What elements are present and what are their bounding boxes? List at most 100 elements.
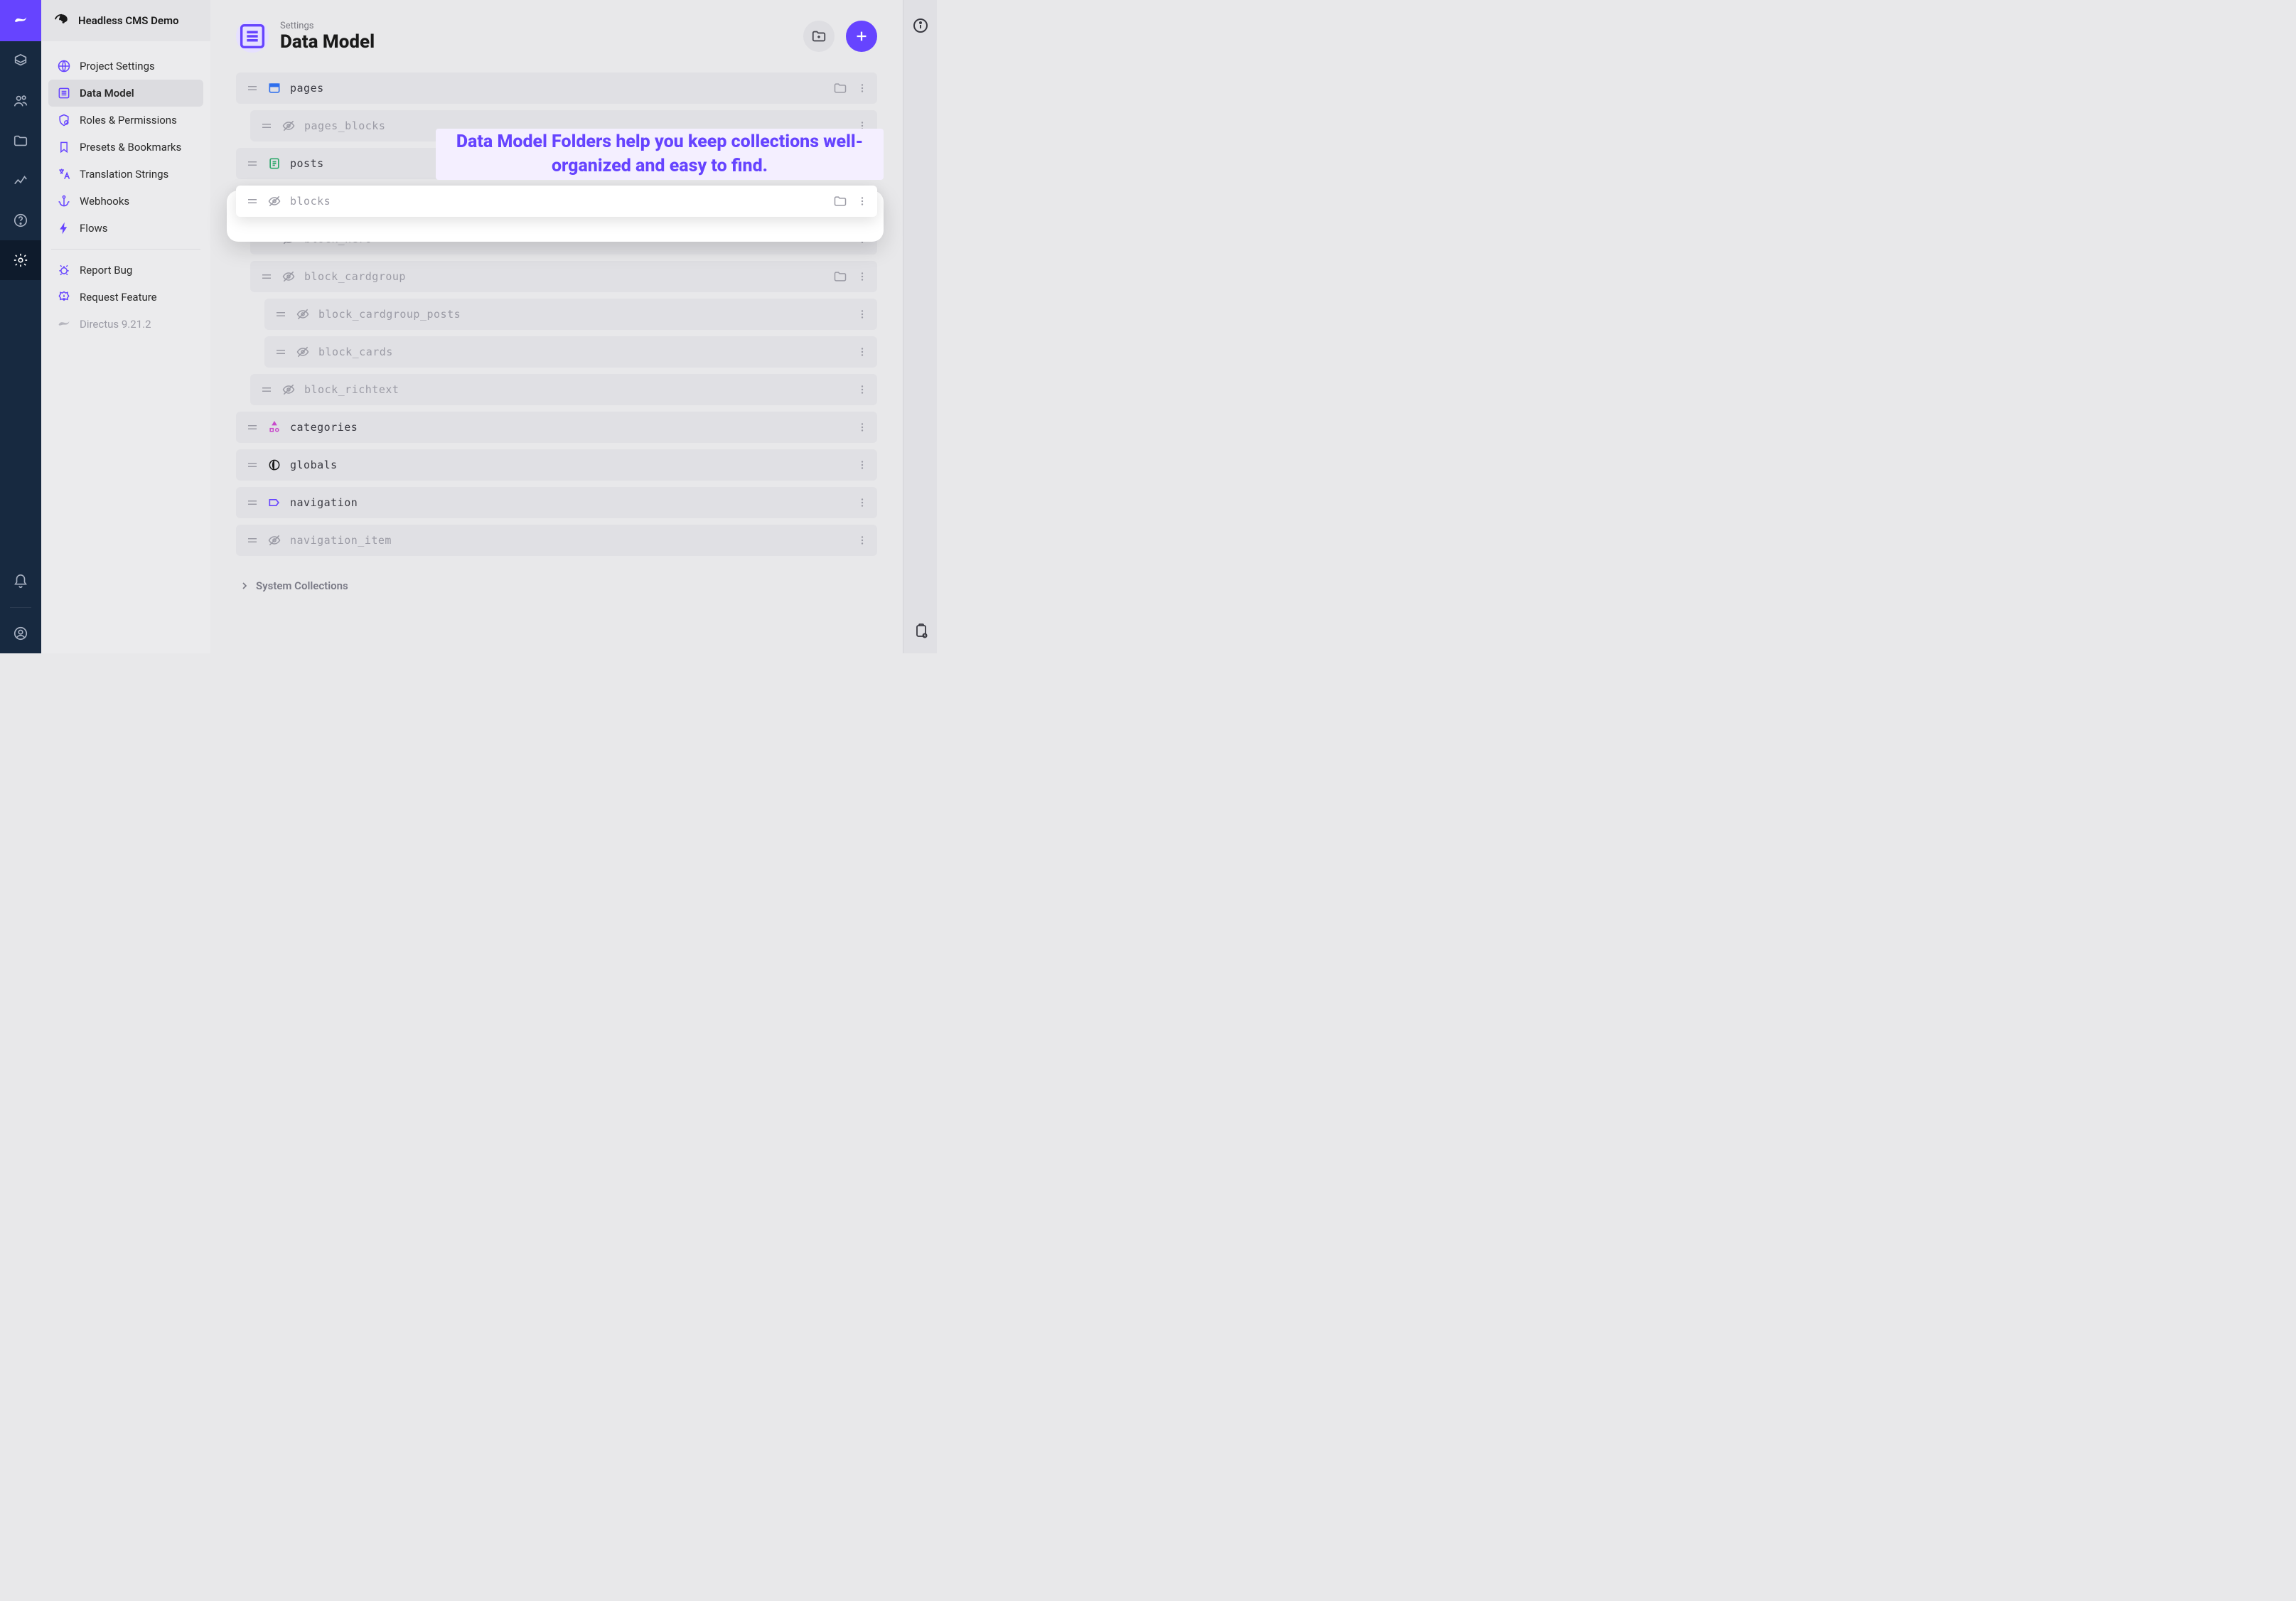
drag-handle-icon[interactable] (260, 119, 273, 132)
system-collections-toggle[interactable]: System Collections (236, 562, 877, 599)
collection-row-categories[interactable]: categories (236, 412, 877, 443)
more-icon[interactable] (856, 308, 869, 321)
clipboard-button[interactable] (911, 621, 930, 641)
shield-icon (57, 113, 71, 127)
collection-name: navigation (290, 496, 847, 509)
collection-row-block-cardgroup-posts[interactable]: block_cardgroup_posts (264, 299, 877, 330)
breadcrumb: Settings (280, 21, 792, 31)
collection-row-block-cards[interactable]: block_cards (264, 336, 877, 368)
drag-handle-icon[interactable] (246, 157, 259, 170)
folder-icon[interactable] (833, 81, 847, 95)
hidden-icon (267, 194, 281, 208)
collection-row-block-richtext[interactable]: block_richtext (250, 374, 877, 405)
label-icon (267, 496, 281, 510)
nav-report-bug[interactable]: Report Bug (48, 257, 203, 284)
article-icon (267, 156, 281, 171)
collection-row-block-cardgroup[interactable]: block_cardgroup (250, 261, 877, 292)
drag-handle-icon[interactable] (274, 308, 287, 321)
collection-row-blocks[interactable]: blocks (236, 186, 877, 217)
collection-row-pages[interactable]: pages (236, 73, 877, 104)
shapes-icon (267, 420, 281, 434)
right-rail (903, 0, 937, 653)
list-icon (57, 86, 71, 100)
more-icon[interactable] (856, 459, 869, 471)
hidden-icon (281, 269, 296, 284)
more-icon[interactable] (856, 534, 869, 547)
collection-name: blocks (290, 195, 825, 208)
bookmark-icon (57, 140, 71, 154)
more-icon[interactable] (856, 421, 869, 434)
rail-insights[interactable] (0, 161, 41, 200)
more-icon[interactable] (856, 82, 869, 95)
folder-icon[interactable] (833, 269, 847, 284)
create-collection-button[interactable] (846, 21, 877, 52)
rail-users[interactable] (0, 81, 41, 121)
create-folder-button[interactable] (803, 21, 835, 52)
nav-data-model[interactable]: Data Model (48, 80, 203, 107)
collection-name: categories (290, 421, 847, 434)
module-rail (0, 0, 41, 653)
rail-notifications[interactable] (0, 562, 41, 601)
page-header: Settings Data Model (210, 0, 903, 65)
project-name: Headless CMS Demo (78, 14, 179, 27)
nav-separator (51, 249, 200, 250)
collection-name: block_richtext (304, 383, 847, 396)
anchor-icon (57, 194, 71, 208)
drag-handle-icon[interactable] (274, 346, 287, 358)
collection-name: navigation_item (290, 534, 847, 547)
project-header[interactable]: Headless CMS Demo (41, 0, 210, 41)
collection-name: block_cardgroup (304, 270, 825, 283)
drag-handle-icon[interactable] (260, 232, 273, 245)
hidden-icon (281, 119, 296, 133)
drag-handle-icon[interactable] (246, 459, 259, 471)
drag-handle-icon[interactable] (246, 421, 259, 434)
collection-name: block_hero (304, 232, 847, 245)
alert-icon (57, 290, 71, 304)
more-icon[interactable] (856, 270, 869, 283)
drag-handle-icon[interactable] (246, 534, 259, 547)
drag-handle-icon[interactable] (246, 195, 259, 208)
window-icon (267, 81, 281, 95)
collection-row-block-hero[interactable]: block_hero (250, 223, 877, 255)
rail-files[interactable] (0, 121, 41, 161)
collection-row-globals[interactable]: globals (236, 449, 877, 481)
drag-handle-icon[interactable] (246, 496, 259, 509)
info-button[interactable] (911, 16, 930, 36)
hidden-icon (296, 345, 310, 359)
rail-docs[interactable] (0, 200, 41, 240)
nav-webhooks[interactable]: Webhooks (48, 188, 203, 215)
rail-divider (10, 607, 31, 608)
collection-name: block_cardgroup_posts (318, 308, 847, 321)
more-icon[interactable] (856, 496, 869, 509)
folder-icon[interactable] (833, 194, 847, 208)
drag-handle-icon[interactable] (260, 383, 273, 396)
nav-request-feature[interactable]: Request Feature (48, 284, 203, 311)
main-content: Settings Data Model pages pages_blo (210, 0, 903, 653)
translate-icon (57, 167, 71, 181)
nav-flows[interactable]: Flows (48, 215, 203, 242)
globe-icon (57, 59, 71, 73)
more-icon[interactable] (856, 383, 869, 396)
collection-row-navigation-item[interactable]: navigation_item (236, 525, 877, 556)
app-logo[interactable] (0, 0, 41, 41)
more-icon[interactable] (856, 195, 869, 208)
nav-project-settings[interactable]: Project Settings (48, 53, 203, 80)
nav-translations[interactable]: Translation Strings (48, 161, 203, 188)
hidden-icon (267, 533, 281, 547)
rail-content[interactable] (0, 41, 41, 81)
rail-settings[interactable] (0, 240, 41, 280)
tooltip-callout: Data Model Folders help you keep collect… (436, 129, 884, 180)
nav-roles[interactable]: Roles & Permissions (48, 107, 203, 134)
rail-account[interactable] (0, 614, 41, 653)
drag-handle-icon[interactable] (260, 270, 273, 283)
page-header-icon (236, 20, 269, 53)
drag-handle-icon[interactable] (246, 82, 259, 95)
more-icon[interactable] (856, 232, 869, 245)
more-icon[interactable] (856, 346, 869, 358)
nav-presets[interactable]: Presets & Bookmarks (48, 134, 203, 161)
collection-name: block_cards (318, 346, 847, 358)
collection-name: globals (290, 459, 847, 471)
nav-version: Directus 9.21.2 (48, 311, 203, 338)
globe-icon (267, 458, 281, 472)
collection-row-navigation[interactable]: navigation (236, 487, 877, 518)
